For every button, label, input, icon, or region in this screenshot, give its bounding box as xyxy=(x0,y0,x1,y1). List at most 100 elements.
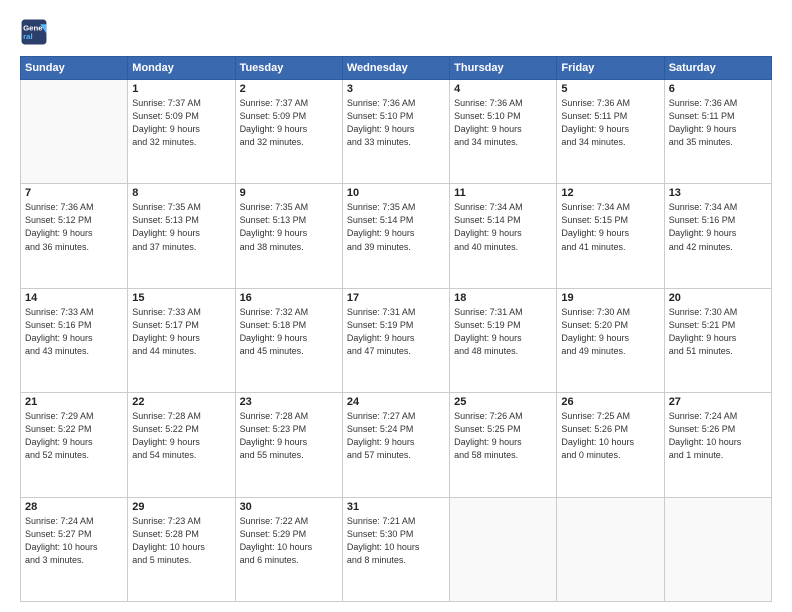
day-info: Sunrise: 7:34 AM Sunset: 5:14 PM Dayligh… xyxy=(454,201,552,253)
day-of-week-header: Wednesday xyxy=(342,57,449,80)
day-info: Sunrise: 7:30 AM Sunset: 5:20 PM Dayligh… xyxy=(561,306,659,358)
day-of-week-header: Friday xyxy=(557,57,664,80)
calendar-cell: 31Sunrise: 7:21 AM Sunset: 5:30 PM Dayli… xyxy=(342,497,449,601)
calendar-week-row: 28 Sunrise: 7:24 AM Sunset: 5:27 PM Dayli… xyxy=(21,497,772,601)
day-number: 13 xyxy=(669,187,767,199)
svg-text:ral: ral xyxy=(23,32,33,41)
header: Gene ral xyxy=(20,18,772,46)
day-info: Sunrise: 7:29 AM Sunset: 5:22 PM Dayligh… xyxy=(25,410,123,462)
day-of-week-header: Sunday xyxy=(21,57,128,80)
logo: Gene ral xyxy=(20,18,52,46)
day-info: Sunrise: 7:31 AM Sunset: 5:19 PM Dayligh… xyxy=(454,306,552,358)
day-info: Sunrise: 7:27 AM Sunset: 5:24 PM Dayligh… xyxy=(347,410,445,462)
day-number: 23 xyxy=(240,396,338,408)
day-number: 28 xyxy=(25,501,123,513)
day-number: 12 xyxy=(561,187,659,199)
day-number: 22 xyxy=(132,396,230,408)
day-number: 15 xyxy=(132,292,230,304)
calendar-cell: 20Sunrise: 7:30 AM Sunset: 5:21 PM Dayli… xyxy=(664,288,771,392)
calendar-cell xyxy=(557,497,664,601)
calendar-cell: 12 Sunrise: 7:34 AM Sunset: 5:15 PM Dayli… xyxy=(557,184,664,288)
day-of-week-header: Tuesday xyxy=(235,57,342,80)
day-number: 8 xyxy=(132,187,230,199)
calendar-cell: 9 Sunrise: 7:35 AM Sunset: 5:13 PM Daylig… xyxy=(235,184,342,288)
calendar-cell: 3 Sunrise: 7:36 AM Sunset: 5:10 PM Daylig… xyxy=(342,80,449,184)
day-info: Sunrise: 7:24 AM Sunset: 5:26 PM Dayligh… xyxy=(669,410,767,462)
day-info: Sunrise: 7:34 AM Sunset: 5:15 PM Dayligh… xyxy=(561,201,659,253)
day-number: 29 xyxy=(132,501,230,513)
day-number: 5 xyxy=(561,83,659,95)
day-info: Sunrise: 7:36 AM Sunset: 5:12 PM Dayligh… xyxy=(25,201,123,253)
day-info: Sunrise: 7:36 AM Sunset: 5:10 PM Dayligh… xyxy=(347,97,445,149)
calendar-cell: 14Sunrise: 7:33 AM Sunset: 5:16 PM Dayli… xyxy=(21,288,128,392)
calendar-table: SundayMondayTuesdayWednesdayThursdayFrid… xyxy=(20,56,772,602)
day-number: 7 xyxy=(25,187,123,199)
day-number: 2 xyxy=(240,83,338,95)
day-number: 26 xyxy=(561,396,659,408)
day-number: 9 xyxy=(240,187,338,199)
calendar-cell: 16 Sunrise: 7:32 AM Sunset: 5:18 PM Dayli… xyxy=(235,288,342,392)
day-info: Sunrise: 7:36 AM Sunset: 5:11 PM Dayligh… xyxy=(561,97,659,149)
day-of-week-header: Thursday xyxy=(450,57,557,80)
logo-icon: Gene ral xyxy=(20,18,48,46)
day-info: Sunrise: 7:37 AM Sunset: 5:09 PM Dayligh… xyxy=(240,97,338,149)
svg-text:Gene: Gene xyxy=(23,23,43,32)
day-number: 16 xyxy=(240,292,338,304)
day-number: 14 xyxy=(25,292,123,304)
day-info: Sunrise: 7:36 AM Sunset: 5:10 PM Dayligh… xyxy=(454,97,552,149)
calendar-cell: 21 Sunrise: 7:29 AM Sunset: 5:22 PM Dayli… xyxy=(21,393,128,497)
calendar-cell: 19 Sunrise: 7:30 AM Sunset: 5:20 PM Dayli… xyxy=(557,288,664,392)
calendar-cell xyxy=(21,80,128,184)
calendar-cell: 29 Sunrise: 7:23 AM Sunset: 5:28 PM Dayli… xyxy=(128,497,235,601)
day-number: 30 xyxy=(240,501,338,513)
day-number: 27 xyxy=(669,396,767,408)
calendar-cell: 2 Sunrise: 7:37 AM Sunset: 5:09 PM Daylig… xyxy=(235,80,342,184)
calendar-cell: 10Sunrise: 7:35 AM Sunset: 5:14 PM Dayli… xyxy=(342,184,449,288)
day-of-week-header: Saturday xyxy=(664,57,771,80)
calendar-cell: 30 Sunrise: 7:22 AM Sunset: 5:29 PM Dayli… xyxy=(235,497,342,601)
day-info: Sunrise: 7:35 AM Sunset: 5:14 PM Dayligh… xyxy=(347,201,445,253)
calendar-cell: 23 Sunrise: 7:28 AM Sunset: 5:23 PM Dayli… xyxy=(235,393,342,497)
calendar-cell: 6 Sunrise: 7:36 AM Sunset: 5:11 PM Daylig… xyxy=(664,80,771,184)
calendar-cell xyxy=(450,497,557,601)
day-number: 3 xyxy=(347,83,445,95)
calendar-week-row: 1 Sunrise: 7:37 AM Sunset: 5:09 PM Daylig… xyxy=(21,80,772,184)
calendar-cell: 7 Sunrise: 7:36 AM Sunset: 5:12 PM Daylig… xyxy=(21,184,128,288)
calendar-cell: 27 Sunrise: 7:24 AM Sunset: 5:26 PM Dayli… xyxy=(664,393,771,497)
day-info: Sunrise: 7:36 AM Sunset: 5:11 PM Dayligh… xyxy=(669,97,767,149)
calendar-cell xyxy=(664,497,771,601)
calendar-cell: 25Sunrise: 7:26 AM Sunset: 5:25 PM Dayli… xyxy=(450,393,557,497)
day-number: 21 xyxy=(25,396,123,408)
day-info: Sunrise: 7:33 AM Sunset: 5:17 PM Dayligh… xyxy=(132,306,230,358)
day-number: 31 xyxy=(347,501,445,513)
day-info: Sunrise: 7:23 AM Sunset: 5:28 PM Dayligh… xyxy=(132,515,230,567)
day-number: 4 xyxy=(454,83,552,95)
calendar-cell: 28 Sunrise: 7:24 AM Sunset: 5:27 PM Dayli… xyxy=(21,497,128,601)
calendar-cell: 11 Sunrise: 7:34 AM Sunset: 5:14 PM Dayli… xyxy=(450,184,557,288)
day-number: 19 xyxy=(561,292,659,304)
calendar-cell: 24Sunrise: 7:27 AM Sunset: 5:24 PM Dayli… xyxy=(342,393,449,497)
day-info: Sunrise: 7:28 AM Sunset: 5:23 PM Dayligh… xyxy=(240,410,338,462)
calendar-cell: 22Sunrise: 7:28 AM Sunset: 5:22 PM Dayli… xyxy=(128,393,235,497)
calendar-week-row: 7 Sunrise: 7:36 AM Sunset: 5:12 PM Daylig… xyxy=(21,184,772,288)
day-info: Sunrise: 7:22 AM Sunset: 5:29 PM Dayligh… xyxy=(240,515,338,567)
day-number: 18 xyxy=(454,292,552,304)
day-info: Sunrise: 7:32 AM Sunset: 5:18 PM Dayligh… xyxy=(240,306,338,358)
day-info: Sunrise: 7:24 AM Sunset: 5:27 PM Dayligh… xyxy=(25,515,123,567)
day-number: 25 xyxy=(454,396,552,408)
day-info: Sunrise: 7:35 AM Sunset: 5:13 PM Dayligh… xyxy=(240,201,338,253)
day-number: 1 xyxy=(132,83,230,95)
day-info: Sunrise: 7:34 AM Sunset: 5:16 PM Dayligh… xyxy=(669,201,767,253)
calendar-cell: 4 Sunrise: 7:36 AM Sunset: 5:10 PM Daylig… xyxy=(450,80,557,184)
calendar-cell: 8Sunrise: 7:35 AM Sunset: 5:13 PM Daylig… xyxy=(128,184,235,288)
day-number: 6 xyxy=(669,83,767,95)
day-info: Sunrise: 7:31 AM Sunset: 5:19 PM Dayligh… xyxy=(347,306,445,358)
calendar-header-row: SundayMondayTuesdayWednesdayThursdayFrid… xyxy=(21,57,772,80)
calendar-cell: 13 Sunrise: 7:34 AM Sunset: 5:16 PM Dayli… xyxy=(664,184,771,288)
day-of-week-header: Monday xyxy=(128,57,235,80)
day-number: 11 xyxy=(454,187,552,199)
calendar-cell: 15 Sunrise: 7:33 AM Sunset: 5:17 PM Dayli… xyxy=(128,288,235,392)
day-number: 20 xyxy=(669,292,767,304)
page: Gene ral SundayMondayTuesdayWednesdayThu… xyxy=(0,0,792,612)
calendar-week-row: 14Sunrise: 7:33 AM Sunset: 5:16 PM Dayli… xyxy=(21,288,772,392)
